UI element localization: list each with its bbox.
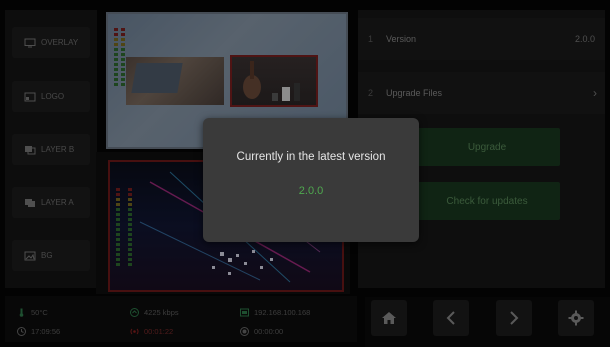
app-frame: OVERLAY LOGO LAYER B LAYER A BG 1 Versio… — [0, 0, 610, 347]
version-dialog: Currently in the latest version 2.0.0 — [203, 118, 419, 242]
dialog-title: Currently in the latest version — [236, 151, 386, 163]
dialog-version: 2.0.0 — [298, 185, 324, 197]
